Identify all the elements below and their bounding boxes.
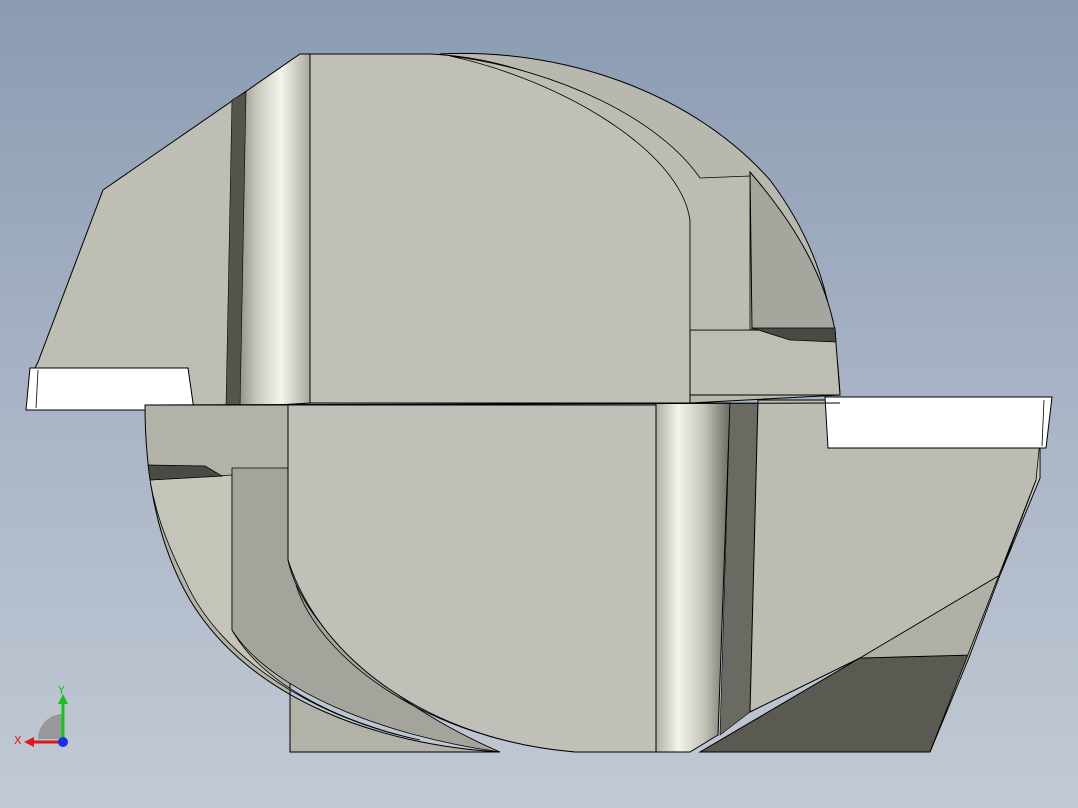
orientation-triad[interactable]: Y X	[10, 684, 80, 754]
x-axis-label: X	[14, 734, 22, 747]
y-axis-label: Y	[57, 684, 65, 697]
cad-model[interactable]	[0, 0, 1078, 808]
right-insert	[824, 396, 1053, 449]
x-axis-arrow-icon	[24, 737, 34, 747]
lower-cylinder-groove	[655, 402, 731, 753]
upper-right-cut-face	[749, 170, 836, 331]
triad-quarter-disc	[38, 714, 63, 739]
cad-viewport[interactable]: Y X	[0, 0, 1078, 808]
z-axis-dot-icon	[58, 737, 68, 747]
upper-left-chamfer-face	[34, 91, 246, 409]
left-insert	[25, 367, 195, 411]
